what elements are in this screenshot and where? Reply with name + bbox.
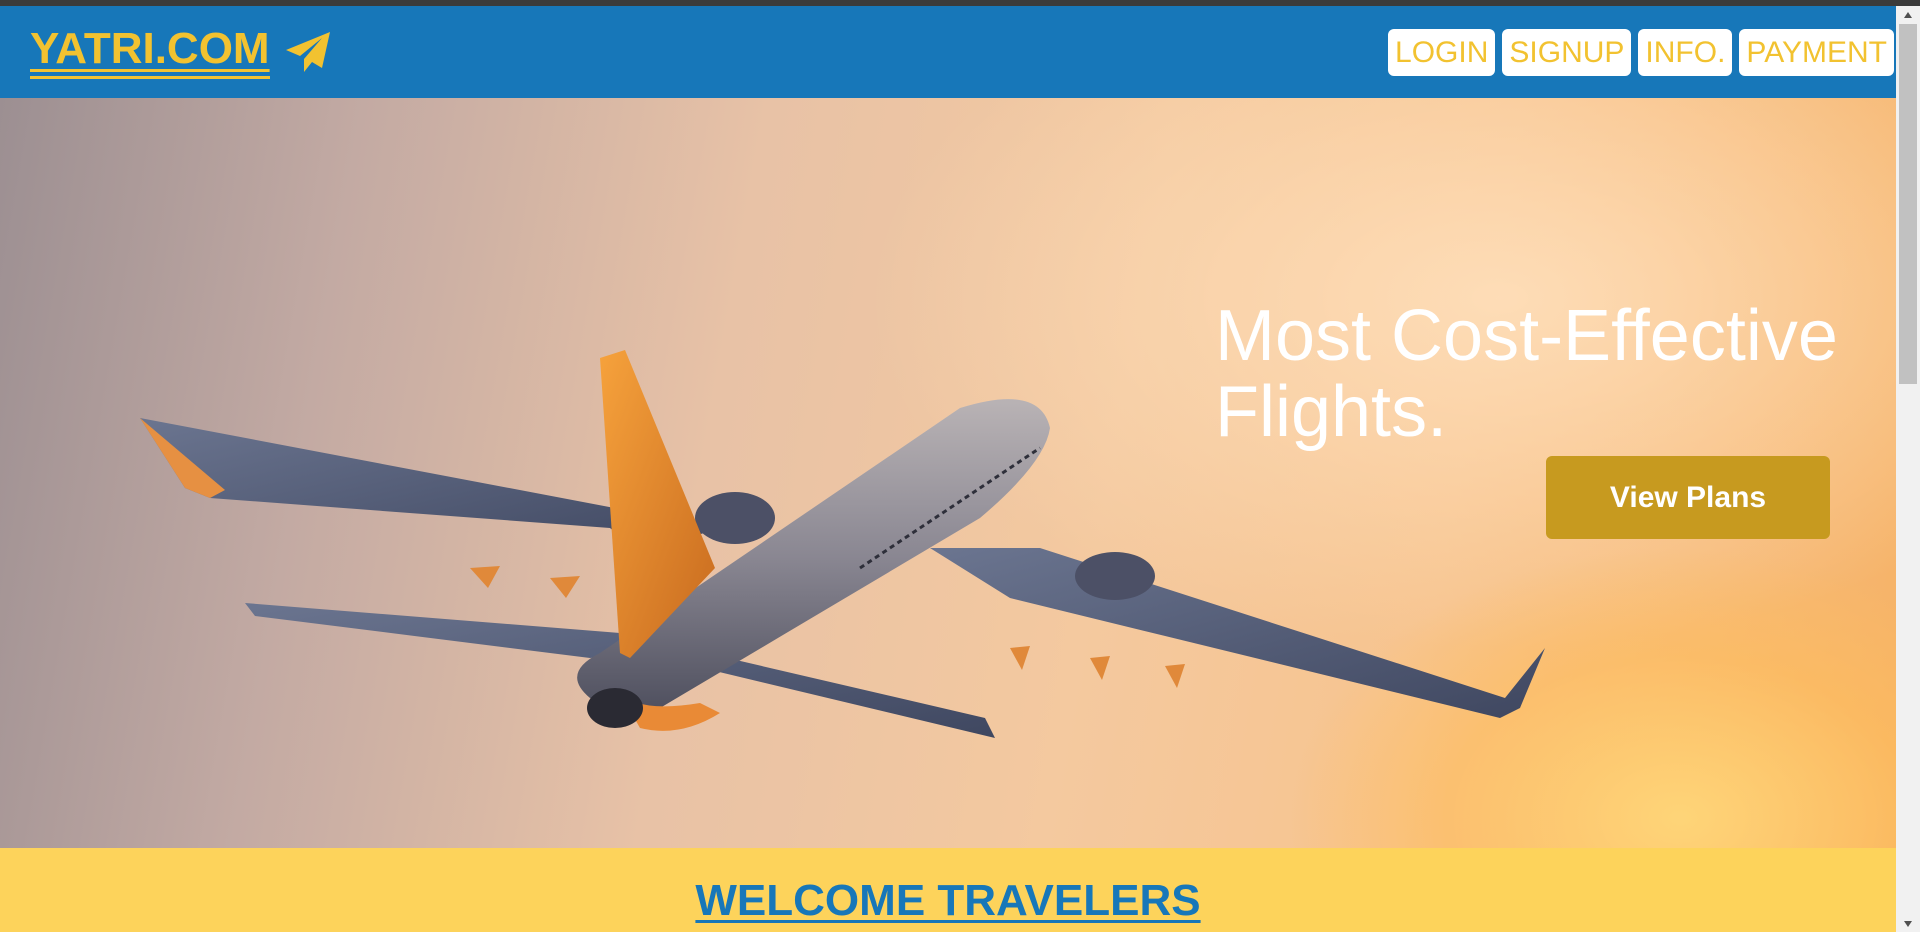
scrollbar-thumb[interactable] <box>1899 24 1917 384</box>
welcome-heading: WELCOME TRAVELERS <box>695 876 1201 925</box>
page-viewport: YATRI.COM LOGIN SIGNUP INFO. PAYMENT Mos… <box>0 6 1896 932</box>
hero-title: Most Cost-Effective Flights. <box>1215 296 1838 452</box>
scroll-up-arrow-icon[interactable] <box>1896 6 1920 23</box>
paper-plane-icon <box>285 31 330 72</box>
signup-button[interactable]: SIGNUP <box>1502 29 1632 76</box>
scroll-down-arrow-icon[interactable] <box>1896 915 1920 932</box>
hero-section: Most Cost-Effective Flights. View Plans <box>0 98 1896 848</box>
view-plans-button[interactable]: View Plans <box>1546 456 1830 539</box>
welcome-section: WELCOME TRAVELERS <box>0 848 1896 932</box>
info-button[interactable]: INFO. <box>1638 29 1733 76</box>
login-button[interactable]: LOGIN <box>1388 29 1496 76</box>
nav-buttons: LOGIN SIGNUP INFO. PAYMENT <box>1388 29 1894 76</box>
vertical-scrollbar[interactable] <box>1896 6 1920 932</box>
payment-button[interactable]: PAYMENT <box>1739 29 1894 76</box>
brand-name: YATRI.COM <box>30 24 270 79</box>
brand-link[interactable]: YATRI.COM <box>30 24 332 79</box>
navbar: YATRI.COM LOGIN SIGNUP INFO. PAYMENT <box>0 6 1896 98</box>
